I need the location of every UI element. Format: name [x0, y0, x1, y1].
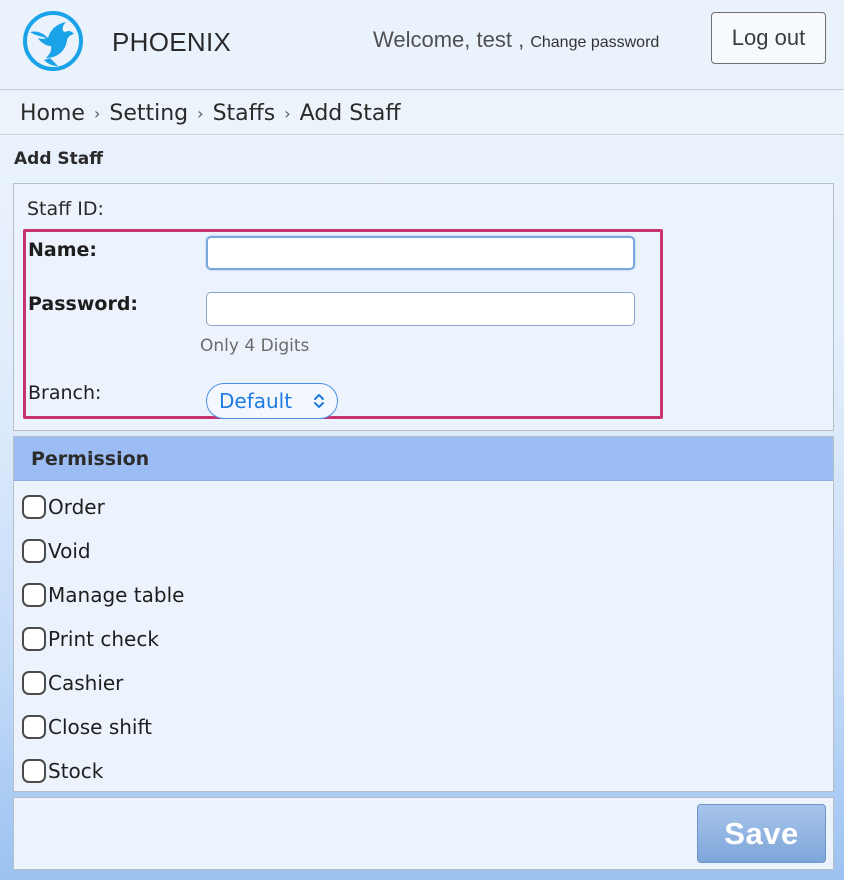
branch-selected-value: Default	[219, 389, 293, 413]
permission-manage-table[interactable]: Manage table	[22, 582, 184, 608]
permission-label: Manage table	[48, 583, 185, 607]
permission-label: Print check	[48, 627, 159, 651]
permission-stock[interactable]: Stock	[22, 758, 103, 784]
permission-label: Order	[48, 495, 105, 519]
permission-label: Close shift	[48, 715, 153, 739]
checkbox[interactable]	[22, 583, 46, 607]
name-label: Name:	[28, 239, 98, 261]
breadcrumb-setting[interactable]: Setting	[109, 101, 188, 126]
permission-cashier[interactable]: Cashier	[22, 670, 123, 696]
page-title: Add Staff	[14, 149, 104, 169]
permission-header: Permission	[14, 437, 833, 481]
checkbox[interactable]	[22, 759, 46, 783]
staff-id-label: Staff ID:	[27, 198, 104, 220]
permission-label: Void	[48, 539, 91, 563]
breadcrumb-add-staff: Add Staff	[299, 100, 401, 126]
checkbox[interactable]	[22, 539, 46, 563]
password-input[interactable]	[206, 292, 635, 326]
brand-name: PHOENIX	[112, 27, 232, 57]
permission-close-shift[interactable]: Close shift	[22, 714, 152, 740]
breadcrumb-separator: ›	[284, 103, 291, 123]
welcome-message: Welcome, test , Change password	[373, 27, 659, 53]
breadcrumb: Home › Setting › Staffs › Add Staff	[0, 92, 844, 135]
breadcrumb-staffs[interactable]: Staffs	[213, 101, 276, 126]
phoenix-logo-icon	[23, 11, 83, 71]
permission-order[interactable]: Order	[22, 494, 105, 520]
checkbox[interactable]	[22, 495, 46, 519]
breadcrumb-separator: ›	[93, 103, 101, 123]
permission-print-check[interactable]: Print check	[22, 626, 159, 652]
checkbox[interactable]	[22, 715, 46, 739]
branch-label: Branch:	[28, 382, 102, 404]
save-button[interactable]: Save	[697, 804, 826, 863]
permission-void[interactable]: Void	[22, 538, 91, 564]
checkbox[interactable]	[22, 627, 46, 651]
welcome-text: Welcome, test ,	[373, 27, 525, 52]
top-header: PHOENIX Welcome, test , Change password …	[0, 0, 844, 90]
logout-button[interactable]: Log out	[711, 12, 826, 64]
checkbox[interactable]	[22, 671, 46, 695]
breadcrumb-home[interactable]: Home	[20, 101, 85, 126]
breadcrumb-separator: ›	[197, 103, 204, 123]
password-hint: Only 4 Digits	[200, 336, 310, 356]
name-input[interactable]	[206, 236, 635, 270]
permission-label: Cashier	[48, 671, 124, 695]
change-password-link[interactable]: Change password	[530, 34, 659, 51]
password-label: Password:	[28, 293, 139, 315]
branch-select[interactable]: Default	[206, 383, 338, 419]
permission-label: Stock	[48, 759, 104, 783]
chevron-up-down-icon	[314, 394, 324, 408]
